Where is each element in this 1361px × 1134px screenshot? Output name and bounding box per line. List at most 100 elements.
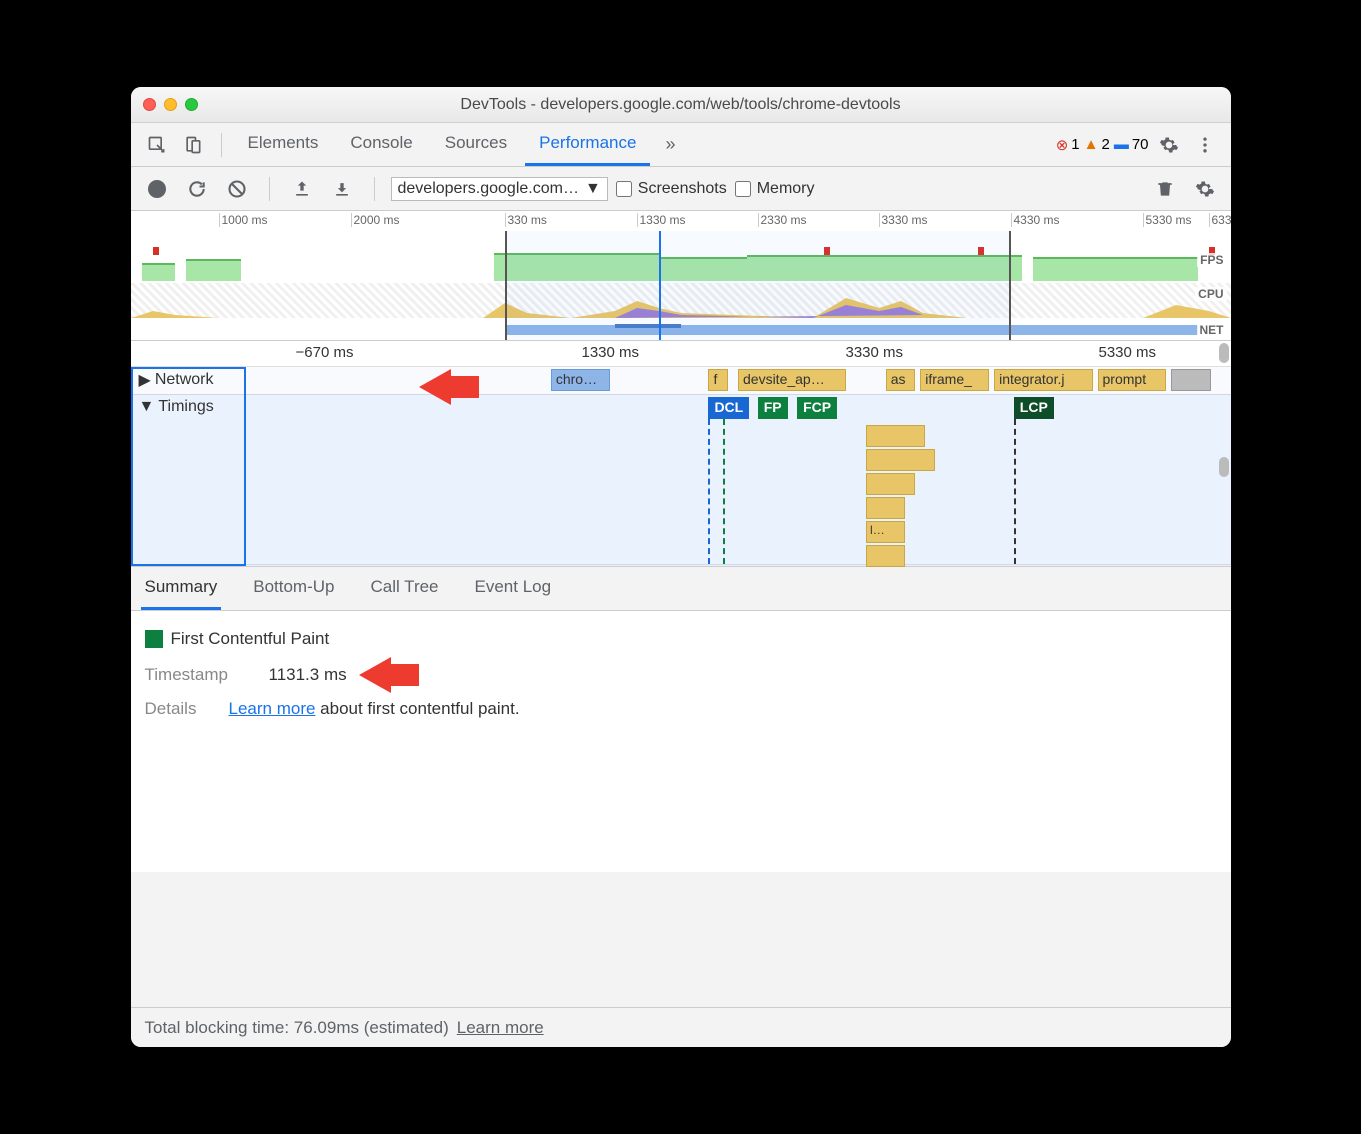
timings-track-header[interactable]: ▼ Timings [131, 395, 246, 419]
capture-settings-icon[interactable] [1189, 173, 1221, 205]
screenshots-input[interactable] [616, 181, 632, 197]
fp-marker[interactable]: FP [758, 397, 788, 419]
collect-garbage-icon[interactable] [1149, 173, 1181, 205]
clear-button[interactable] [221, 173, 253, 205]
cpu-label: CPU [1195, 287, 1226, 301]
load-profile-icon[interactable] [286, 173, 318, 205]
summary-panel: First Contentful Paint Timestamp 1131.3 … [131, 611, 1231, 872]
message-count: 70 [1132, 136, 1149, 153]
task-block[interactable] [866, 449, 935, 471]
inspect-element-icon[interactable] [141, 129, 173, 161]
overview-ruler: 1000 ms 2000 ms 330 ms 1330 ms 2330 ms 3… [131, 211, 1231, 231]
fcp-marker[interactable]: FCP [797, 397, 837, 419]
detail-tick: 1330 ms [582, 344, 640, 361]
dcl-marker[interactable]: DCL [708, 397, 749, 419]
lcp-line [1014, 419, 1016, 564]
record-button[interactable] [141, 173, 173, 205]
network-item[interactable] [1171, 369, 1210, 391]
tab-bottom-up[interactable]: Bottom-Up [249, 567, 338, 610]
warning-icon: ▲ [1084, 136, 1099, 153]
event-color-swatch [145, 630, 163, 648]
summary-title: First Contentful Paint [171, 629, 330, 649]
dropdown-icon: ▼ [585, 180, 601, 198]
network-item[interactable]: chro… [551, 369, 610, 391]
separator [269, 177, 270, 201]
network-item[interactable]: f [708, 369, 728, 391]
ruler-tick: 2330 ms [758, 213, 807, 227]
ruler-tick: 1330 ms [637, 213, 686, 227]
main-tab-bar: Elements Console Sources Performance » ⊗… [131, 123, 1231, 167]
more-tabs-icon[interactable]: » [654, 129, 686, 161]
timings-track-label: Timings [158, 398, 213, 416]
overview-tracks: FPS CPU NET [131, 231, 1231, 341]
ruler-tick: 330 ms [505, 213, 547, 227]
learn-more-link[interactable]: Learn more [229, 699, 316, 718]
recording-selector[interactable]: developers.google.com… ▼ [391, 177, 608, 201]
detail-tick: −670 ms [296, 344, 354, 361]
network-item[interactable]: iframe_ [920, 369, 989, 391]
screenshots-checkbox[interactable]: Screenshots [616, 180, 727, 198]
tab-console[interactable]: Console [336, 123, 426, 166]
empty-space [131, 872, 1231, 1007]
timestamp-row: Timestamp 1131.3 ms [145, 665, 1217, 685]
close-button[interactable] [143, 98, 156, 111]
ruler-tick: 4330 ms [1011, 213, 1060, 227]
error-icon: ⊗ [1056, 136, 1069, 154]
ruler-tick: 633 [1209, 213, 1231, 227]
window-title: DevTools - developers.google.com/web/too… [131, 96, 1231, 114]
task-block[interactable] [866, 473, 915, 495]
network-item[interactable]: as [886, 369, 916, 391]
summary-title-row: First Contentful Paint [145, 629, 1217, 649]
status-counters[interactable]: ⊗1 ▲2 ▬70 [1056, 136, 1149, 154]
tab-performance[interactable]: Performance [525, 123, 650, 166]
detail-ruler: −670 ms 1330 ms 3330 ms 5330 ms [131, 341, 1231, 367]
lcp-marker[interactable]: LCP [1014, 397, 1054, 419]
reload-button[interactable] [181, 173, 213, 205]
memory-checkbox[interactable]: Memory [735, 180, 815, 198]
task-block[interactable]: l… [866, 521, 905, 543]
scrollbar-thumb[interactable] [1219, 457, 1229, 477]
fp-line [723, 419, 725, 564]
task-block[interactable] [866, 425, 925, 447]
network-track-header[interactable]: ▶ Network [131, 367, 246, 393]
tab-event-log[interactable]: Event Log [471, 567, 556, 610]
recording-url: developers.google.com… [398, 180, 579, 198]
network-item[interactable]: prompt [1098, 369, 1167, 391]
scrollbar-thumb[interactable] [1219, 343, 1229, 363]
details-text: about first contentful paint. [315, 699, 519, 718]
warning-count: 2 [1101, 136, 1109, 153]
network-item[interactable]: integrator.j [994, 369, 1093, 391]
collapse-icon: ▼ [139, 398, 155, 416]
network-track-content: chro… f devsite_ap… as iframe_ integrato… [246, 367, 1231, 394]
details-tab-bar: Summary Bottom-Up Call Tree Event Log [131, 567, 1231, 611]
save-profile-icon[interactable] [326, 173, 358, 205]
settings-icon[interactable] [1153, 129, 1185, 161]
details-row: Details Learn more about first contentfu… [145, 699, 1217, 719]
blocking-time-text: Total blocking time: 76.09ms (estimated) [145, 1018, 449, 1038]
tab-summary[interactable]: Summary [141, 567, 222, 610]
detail-tick: 5330 ms [1099, 344, 1157, 361]
timings-track-row: ▼ Timings DCL FP FCP LCP l… [131, 395, 1231, 565]
ruler-tick: 1000 ms [219, 213, 268, 227]
devtools-window: DevTools - developers.google.com/web/too… [131, 87, 1231, 1047]
separator [374, 177, 375, 201]
task-block[interactable] [866, 497, 905, 519]
separator [221, 133, 222, 157]
tab-call-tree[interactable]: Call Tree [366, 567, 442, 610]
overview-selection-window[interactable] [505, 231, 1011, 341]
minimize-button[interactable] [164, 98, 177, 111]
tab-sources[interactable]: Sources [431, 123, 521, 166]
maximize-button[interactable] [185, 98, 198, 111]
device-toggle-icon[interactable] [177, 129, 209, 161]
flame-chart-area[interactable]: ▶ Network chro… f devsite_ap… as iframe_… [131, 367, 1231, 567]
ruler-tick: 2000 ms [351, 213, 400, 227]
overview-timeline[interactable]: 1000 ms 2000 ms 330 ms 1330 ms 2330 ms 3… [131, 211, 1231, 341]
memory-input[interactable] [735, 181, 751, 197]
tab-elements[interactable]: Elements [234, 123, 333, 166]
kebab-menu-icon[interactable] [1189, 129, 1221, 161]
footer-bar: Total blocking time: 76.09ms (estimated)… [131, 1007, 1231, 1047]
footer-learn-more-link[interactable]: Learn more [457, 1018, 544, 1038]
network-item[interactable]: devsite_ap… [738, 369, 846, 391]
task-block[interactable] [866, 545, 905, 567]
window-titlebar: DevTools - developers.google.com/web/too… [131, 87, 1231, 123]
